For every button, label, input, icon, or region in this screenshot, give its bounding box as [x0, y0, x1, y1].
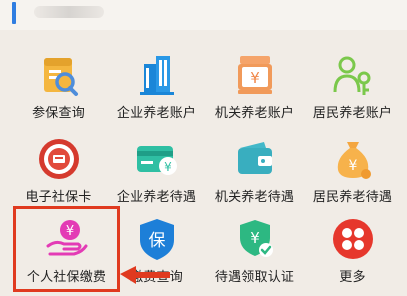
- highlight-box: [13, 206, 120, 292]
- svg-text:¥: ¥: [250, 69, 260, 87]
- more-grid-icon: [332, 219, 373, 259]
- tile-government-pension-account[interactable]: ¥ 机关养老账户: [204, 42, 305, 124]
- bao-shield-icon: 保: [139, 219, 174, 260]
- svg-text:¥: ¥: [348, 158, 357, 174]
- svg-text:¥: ¥: [250, 229, 260, 247]
- tile-enterprise-pension-benefits[interactable]: ¥ 企业养老待遇: [106, 126, 207, 208]
- yuan-cash-register-icon: ¥: [237, 56, 272, 94]
- tile-label: 居民养老待遇: [312, 190, 393, 205]
- tile-label: 电子社保卡: [25, 190, 92, 205]
- office-building-icon: [139, 56, 174, 95]
- yuan-bank-card-icon: ¥: [136, 146, 177, 175]
- tile-electronic-social-security-card[interactable]: 电子社保卡: [8, 126, 109, 208]
- top-bar: [0, 0, 407, 30]
- money-bag-icon: ¥: [337, 142, 371, 179]
- social-security-card-badge-icon: [38, 139, 79, 179]
- tile-label: 更多: [339, 270, 366, 285]
- tile-benefit-certification[interactable]: ¥ 待遇领取认证: [204, 206, 305, 288]
- insurance-query-icon: [43, 58, 78, 96]
- tile-label: 企业养老账户: [116, 106, 197, 121]
- tile-label: 机关养老账户: [214, 106, 295, 121]
- tile-label: 待遇领取认证: [214, 270, 295, 285]
- tile-label: 居民养老账户: [312, 106, 393, 121]
- yuan-shield-check-icon: ¥: [239, 220, 273, 257]
- tile-resident-pension-account[interactable]: 居民养老账户: [302, 42, 403, 124]
- svg-text:保: 保: [148, 231, 165, 251]
- svg-text:¥: ¥: [164, 160, 172, 174]
- tile-enterprise-pension-account[interactable]: 企业养老账户: [106, 42, 207, 124]
- pointer-arrow-icon: [120, 266, 170, 284]
- person-key-icon: [333, 56, 370, 95]
- tile-resident-pension-benefits[interactable]: ¥ 居民养老待遇: [302, 126, 403, 208]
- tile-government-pension-benefits[interactable]: 机关养老待遇: [204, 126, 305, 208]
- tile-more[interactable]: 更多: [302, 206, 403, 288]
- blurred-title: [34, 6, 104, 18]
- section-accent-bar: [12, 2, 16, 24]
- tile-insurance-query[interactable]: 参保查询: [8, 42, 109, 124]
- tile-label: 机关养老待遇: [214, 190, 295, 205]
- tile-label: 参保查询: [32, 106, 85, 121]
- wallet-icon: [237, 142, 272, 174]
- tile-label: 企业养老待遇: [116, 190, 197, 205]
